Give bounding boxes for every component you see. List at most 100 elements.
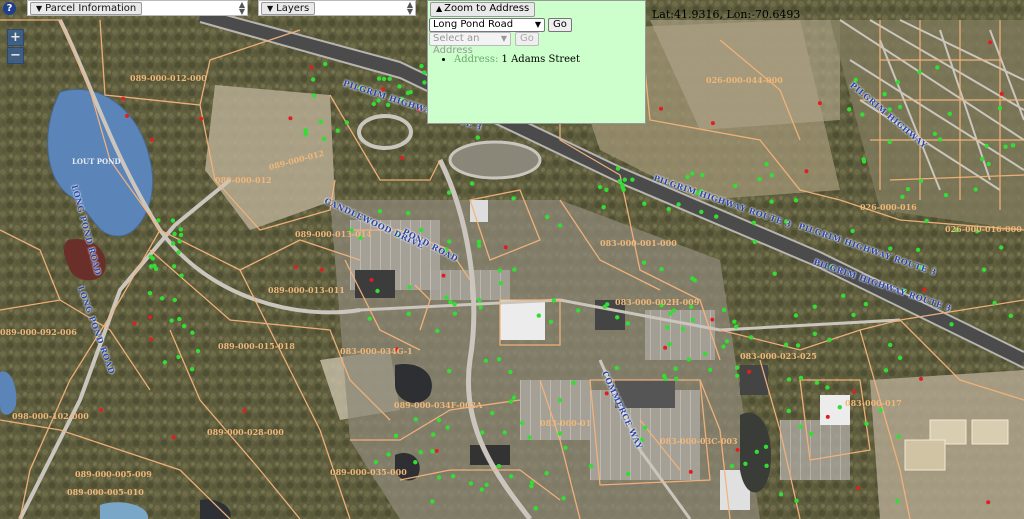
address-marker[interactable]: [604, 187, 609, 192]
address-marker[interactable]: [917, 69, 922, 75]
address-marker[interactable]: [478, 305, 483, 310]
parcel-marker[interactable]: [149, 137, 154, 142]
address-marker[interactable]: [445, 425, 450, 430]
address-marker[interactable]: [943, 192, 949, 198]
address-marker[interactable]: [680, 326, 686, 332]
address-marker[interactable]: [748, 335, 754, 340]
parcel-marker[interactable]: [825, 414, 830, 419]
address-marker[interactable]: [561, 496, 566, 501]
address-marker[interactable]: [419, 227, 424, 233]
address-marker[interactable]: [980, 156, 985, 162]
address-marker[interactable]: [533, 506, 538, 511]
address-marker[interactable]: [189, 367, 195, 372]
address-marker[interactable]: [897, 104, 903, 110]
address-marker[interactable]: [469, 181, 475, 186]
address-marker[interactable]: [179, 273, 184, 278]
address-marker[interactable]: [625, 471, 631, 477]
help-button[interactable]: ?: [3, 2, 16, 15]
address-marker[interactable]: [690, 171, 695, 176]
address-marker[interactable]: [529, 480, 535, 485]
address-marker[interactable]: [882, 91, 887, 97]
parcel-marker[interactable]: [747, 369, 752, 374]
address-marker[interactable]: [769, 199, 774, 204]
address-marker[interactable]: [303, 131, 309, 137]
address-marker[interactable]: [480, 430, 485, 435]
address-marker[interactable]: [436, 417, 442, 423]
address-marker[interactable]: [195, 348, 201, 354]
address-marker[interactable]: [511, 395, 517, 400]
address-marker[interactable]: [557, 223, 563, 228]
address-marker[interactable]: [708, 367, 713, 372]
address-marker[interactable]: [477, 298, 482, 303]
address-marker[interactable]: [895, 499, 900, 504]
address-go-button[interactable]: Go: [515, 32, 539, 46]
address-marker[interactable]: [371, 101, 376, 107]
address-marker[interactable]: [452, 311, 458, 316]
parcel-marker[interactable]: [242, 408, 247, 413]
parcel-marker[interactable]: [817, 101, 822, 106]
parcel-marker[interactable]: [919, 376, 923, 381]
address-marker[interactable]: [827, 337, 832, 342]
address-marker[interactable]: [431, 432, 436, 437]
address-marker[interactable]: [448, 299, 453, 305]
parcel-marker[interactable]: [986, 500, 991, 505]
address-marker[interactable]: [446, 190, 452, 195]
address-marker[interactable]: [809, 431, 814, 437]
address-marker[interactable]: [178, 227, 183, 232]
address-marker[interactable]: [935, 65, 940, 70]
address-marker[interactable]: [406, 311, 411, 317]
address-marker[interactable]: [544, 471, 549, 476]
address-marker[interactable]: [686, 357, 692, 362]
address-marker[interactable]: [714, 214, 719, 219]
address-marker[interactable]: [850, 228, 855, 234]
address-marker[interactable]: [732, 319, 737, 324]
address-marker[interactable]: [769, 173, 775, 178]
address-marker[interactable]: [734, 324, 739, 329]
address-marker[interactable]: [509, 474, 514, 479]
address-marker[interactable]: [177, 316, 182, 322]
address-marker[interactable]: [321, 136, 327, 141]
address-marker[interactable]: [367, 316, 372, 321]
address-marker[interactable]: [312, 93, 317, 98]
parcel-marker[interactable]: [503, 245, 508, 250]
zoom-to-address-toggle[interactable]: ▲ Zoom to Address: [430, 2, 536, 17]
address-marker[interactable]: [373, 459, 379, 465]
parcel-marker[interactable]: [369, 277, 374, 282]
address-marker[interactable]: [344, 120, 350, 125]
parcel-marker[interactable]: [199, 116, 204, 121]
address-marker[interactable]: [692, 278, 697, 283]
address-marker[interactable]: [176, 354, 181, 360]
parcel-marker[interactable]: [856, 486, 861, 491]
address-marker[interactable]: [851, 312, 856, 318]
address-marker[interactable]: [159, 296, 165, 301]
address-marker[interactable]: [375, 288, 380, 294]
parcel-marker[interactable]: [659, 106, 663, 111]
parcel-marker[interactable]: [309, 65, 314, 70]
address-marker[interactable]: [602, 304, 608, 309]
address-marker[interactable]: [733, 183, 738, 189]
address-marker[interactable]: [511, 196, 516, 201]
address-marker[interactable]: [666, 206, 671, 212]
address-marker[interactable]: [405, 210, 411, 216]
address-marker[interactable]: [702, 351, 708, 357]
address-marker[interactable]: [387, 76, 392, 82]
address-marker[interactable]: [178, 232, 184, 238]
address-marker[interactable]: [888, 342, 893, 348]
address-marker[interactable]: [734, 365, 740, 370]
address-marker[interactable]: [512, 267, 517, 272]
address-marker[interactable]: [690, 317, 695, 323]
address-marker[interactable]: [508, 399, 514, 404]
address-marker[interactable]: [147, 290, 153, 296]
address-marker[interactable]: [786, 377, 792, 382]
address-marker[interactable]: [641, 260, 647, 265]
address-marker[interactable]: [721, 344, 726, 349]
address-marker[interactable]: [900, 194, 905, 199]
address-marker[interactable]: [153, 266, 159, 271]
parcel-marker[interactable]: [663, 345, 668, 350]
address-marker[interactable]: [863, 301, 868, 307]
address-marker[interactable]: [150, 256, 155, 261]
address-marker[interactable]: [484, 482, 489, 487]
address-marker[interactable]: [671, 308, 677, 313]
address-marker[interactable]: [450, 474, 456, 479]
address-select[interactable]: Select an Address ▼: [429, 32, 511, 56]
